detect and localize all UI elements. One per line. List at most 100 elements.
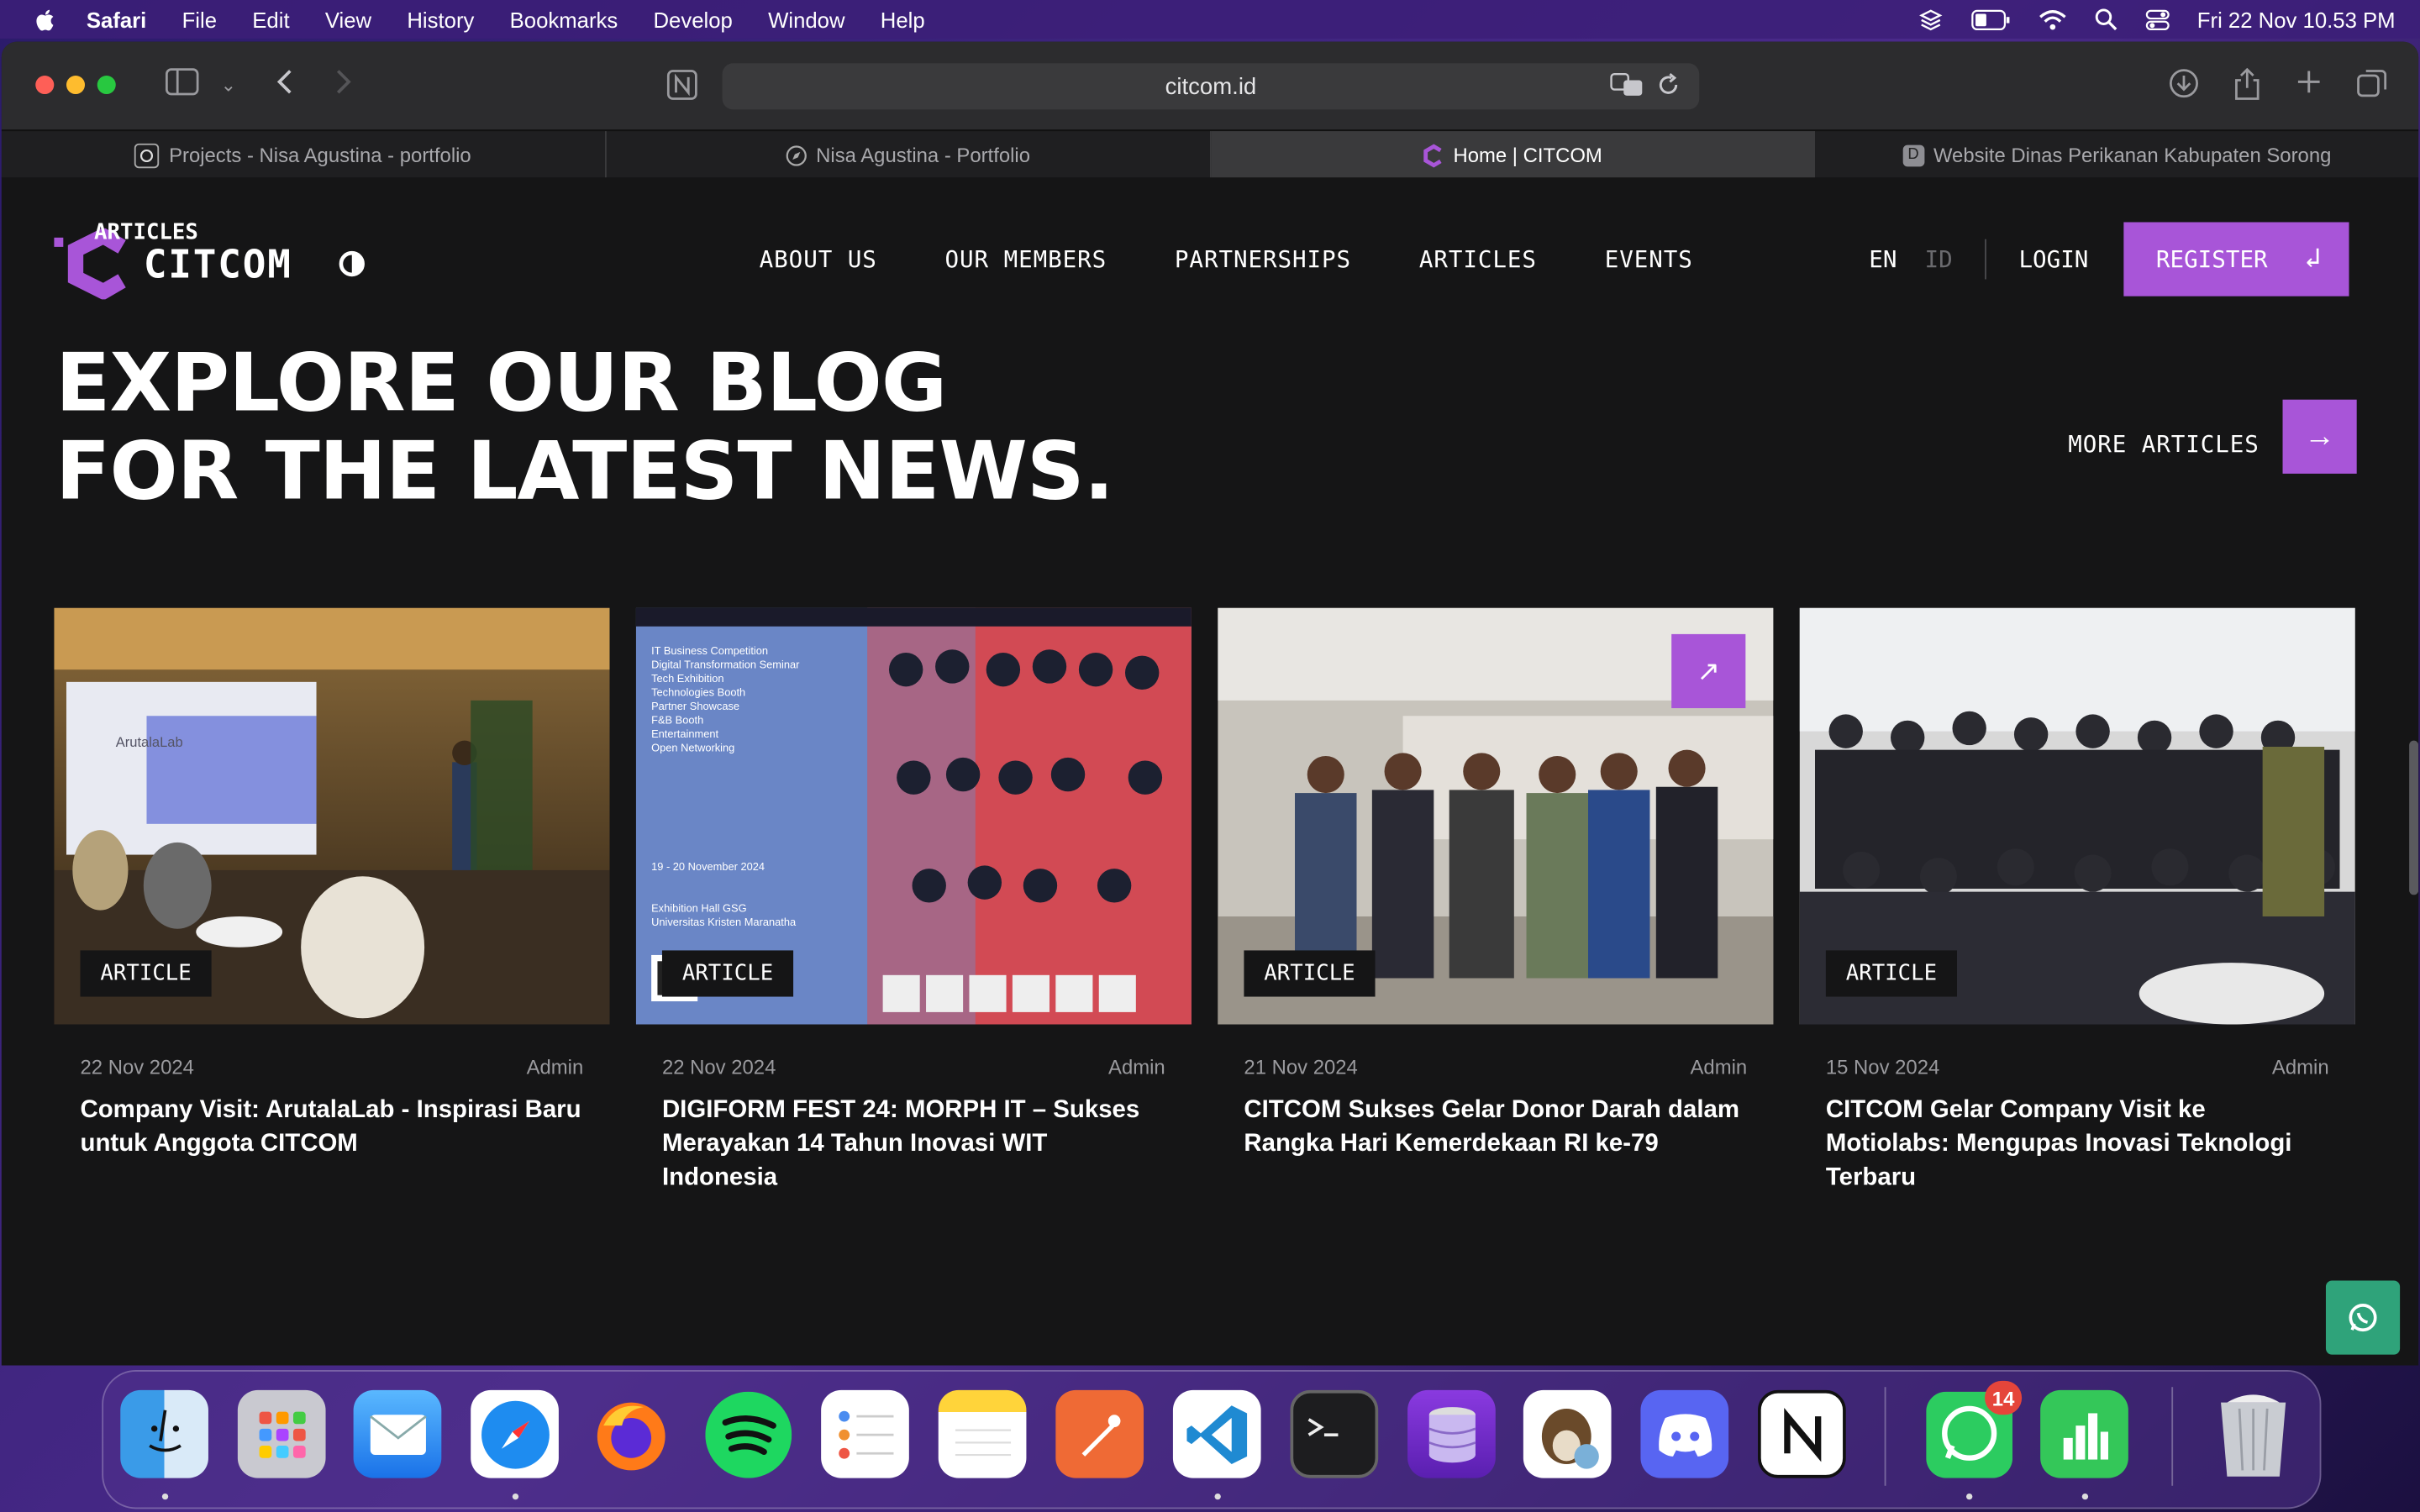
letter-d-favicon-icon: D (1902, 144, 1924, 166)
forward-arrow-icon[interactable] (335, 68, 354, 103)
blog-heading-line-1: EXPLORE OUR BLOG (55, 338, 947, 431)
apple-menu-icon[interactable] (34, 7, 58, 31)
article-tag: ARTICLE (1825, 950, 1958, 997)
wifi-icon[interactable] (2039, 8, 2066, 30)
downloads-icon[interactable] (2169, 68, 2200, 107)
diagonal-arrow-icon: ↗ (1697, 654, 1721, 686)
nav-about-us[interactable]: ABOUT US (760, 245, 877, 273)
translate-icon[interactable] (1610, 72, 1644, 103)
reload-icon[interactable] (1656, 72, 1681, 103)
menu-bookmarks[interactable]: Bookmarks (510, 7, 618, 31)
menu-file[interactable]: File (182, 7, 217, 31)
article-title[interactable]: Company Visit: ArutalaLab - Inspirasi Ba… (54, 1094, 609, 1162)
article-card[interactable]: ARTICLE 15 Nov 2024 Admin CITCOM Gelar C… (1799, 607, 2355, 1196)
citcom-logo[interactable]: ARTICLES CITCOM (54, 221, 366, 300)
menu-help[interactable]: Help (881, 7, 925, 31)
trash-icon[interactable] (2208, 1390, 2296, 1478)
nav-partnerships[interactable]: PARTNERSHIPS (1175, 245, 1351, 273)
article-author: Admin (2271, 1055, 2329, 1079)
control-center-icon[interactable] (2144, 8, 2169, 30)
running-indicator (1966, 1493, 1973, 1500)
article-date: 22 Nov 2024 (661, 1055, 776, 1079)
notion-icon[interactable] (1758, 1389, 1846, 1478)
discord-icon[interactable] (1640, 1389, 1729, 1478)
lang-id-option[interactable]: ID (1925, 245, 1953, 273)
page-scrollbar[interactable] (2409, 740, 2419, 895)
postman-icon[interactable] (1055, 1389, 1144, 1478)
theme-toggle-icon[interactable] (339, 249, 366, 280)
address-bar[interactable]: citcom.id (722, 63, 1700, 110)
poster-line: F&B Booth (651, 713, 703, 726)
web-page: ARTICLES CITCOM ABOUT US OUR MEMBERS PAR… (1, 177, 2419, 1366)
menu-edit[interactable]: Edit (252, 7, 289, 31)
sidebar-toggle-icon[interactable] (165, 68, 199, 103)
numbers-icon[interactable] (2040, 1389, 2128, 1478)
article-title[interactable]: DIGIFORM FEST 24: MORPH IT – Sukses Mera… (636, 1094, 1192, 1195)
terminal-icon[interactable] (1290, 1389, 1379, 1478)
battery-icon[interactable] (1970, 8, 2011, 30)
nav-events[interactable]: EVENTS (1605, 245, 1693, 273)
launchpad-icon[interactable] (237, 1389, 326, 1478)
article-image-company-visit[interactable]: ArutalaLab ARTICLE (54, 607, 610, 1025)
menu-develop[interactable]: Develop (653, 7, 732, 31)
article-title[interactable]: CITCOM Sukses Gelar Donor Darah dalam Ra… (1218, 1094, 1773, 1162)
menu-history[interactable]: History (407, 7, 474, 31)
dbeaver-icon[interactable] (1523, 1389, 1612, 1478)
tab-projects-portfolio[interactable]: Projects - Nisa Agustina - portfolio (2, 131, 607, 180)
enter-arrow-icon: ↲ (2304, 242, 2322, 275)
spotify-icon[interactable] (704, 1390, 792, 1478)
minimize-window-button[interactable] (66, 76, 86, 95)
tab-group-chevron-icon[interactable]: ⌄ (221, 68, 236, 102)
reminders-icon[interactable] (821, 1389, 909, 1478)
whatsapp-chat-button[interactable] (2325, 1280, 2401, 1355)
notes-icon[interactable] (938, 1389, 1027, 1478)
menu-window[interactable]: Window (768, 7, 844, 31)
article-card[interactable]: ↗ ARTICLE 21 Nov 2024 Admin CITCOM Sukse… (1218, 607, 1774, 1162)
notion-extension-icon[interactable] (666, 70, 697, 108)
article-author: Admin (1108, 1055, 1165, 1079)
database-app-icon[interactable] (1407, 1389, 1496, 1478)
layers-status-icon[interactable] (1918, 7, 1942, 31)
projected-slide-text: ArutalaLab (116, 734, 183, 750)
zoom-window-button[interactable] (97, 76, 116, 95)
external-link-button[interactable]: ↗ (1671, 633, 1746, 709)
nav-divider (1985, 239, 1986, 280)
running-indicator (1214, 1493, 1221, 1500)
right-arrow-icon: → (2304, 418, 2335, 454)
article-card[interactable]: ArutalaLab ARTICLE 22 Nov 2024 Admin Com… (54, 607, 610, 1162)
tab-home-citcom[interactable]: Home | CITCOM (1210, 131, 1816, 180)
blog-heading: EXPLORE OUR BLOG FOR THE LATEST NEWS. (55, 338, 1114, 517)
poster-line: Open Networking (651, 741, 734, 753)
share-icon[interactable] (2233, 67, 2261, 110)
menu-app-name[interactable]: Safari (87, 7, 146, 31)
more-articles-arrow-button[interactable]: → (2282, 399, 2357, 474)
new-tab-plus-icon[interactable] (2295, 68, 2323, 103)
more-articles-link[interactable]: MORE ARTICLES (2068, 430, 2260, 458)
article-image-donor-darah[interactable]: ↗ ARTICLE (1218, 607, 1774, 1025)
article-title[interactable]: CITCOM Gelar Company Visit ke Motiolabs:… (1800, 1094, 2355, 1195)
nav-our-members[interactable]: OUR MEMBERS (945, 245, 1107, 273)
tab-nisa-portfolio[interactable]: Nisa Agustina - Portfolio (606, 131, 1211, 180)
spotlight-search-icon[interactable] (2094, 8, 2118, 31)
safari-icon[interactable] (471, 1389, 559, 1478)
logo-wordmark: CITCOM (143, 241, 292, 286)
menu-bar-clock[interactable]: Fri 22 Nov 10.53 PM (2197, 7, 2396, 31)
finder-icon[interactable] (120, 1389, 208, 1478)
vscode-icon[interactable] (1172, 1389, 1261, 1478)
tab-dinas-perikanan[interactable]: D Website Dinas Perikanan Kabupaten Soro… (1815, 131, 2418, 179)
menu-view[interactable]: View (325, 7, 371, 31)
tab-overview-icon[interactable] (2357, 68, 2388, 107)
login-link[interactable]: LOGIN (2018, 245, 2088, 273)
close-window-button[interactable] (35, 76, 55, 95)
article-image-motiolabs-visit[interactable]: ARTICLE (1799, 607, 2355, 1025)
poster-line: Digital Transformation Seminar (651, 658, 800, 670)
article-card[interactable]: IT Business Competition Digital Transfor… (635, 607, 1192, 1196)
firefox-icon[interactable] (587, 1390, 675, 1478)
article-image-digiform-poster[interactable]: IT Business Competition Digital Transfor… (635, 607, 1192, 1025)
mail-icon[interactable] (353, 1389, 442, 1478)
register-button[interactable]: REGISTER ↲ (2123, 222, 2349, 297)
compass-favicon-icon (785, 144, 807, 166)
nav-articles[interactable]: ARTICLES (1419, 245, 1537, 273)
back-arrow-icon[interactable] (275, 68, 293, 103)
lang-en-option[interactable]: EN (1869, 245, 1897, 273)
